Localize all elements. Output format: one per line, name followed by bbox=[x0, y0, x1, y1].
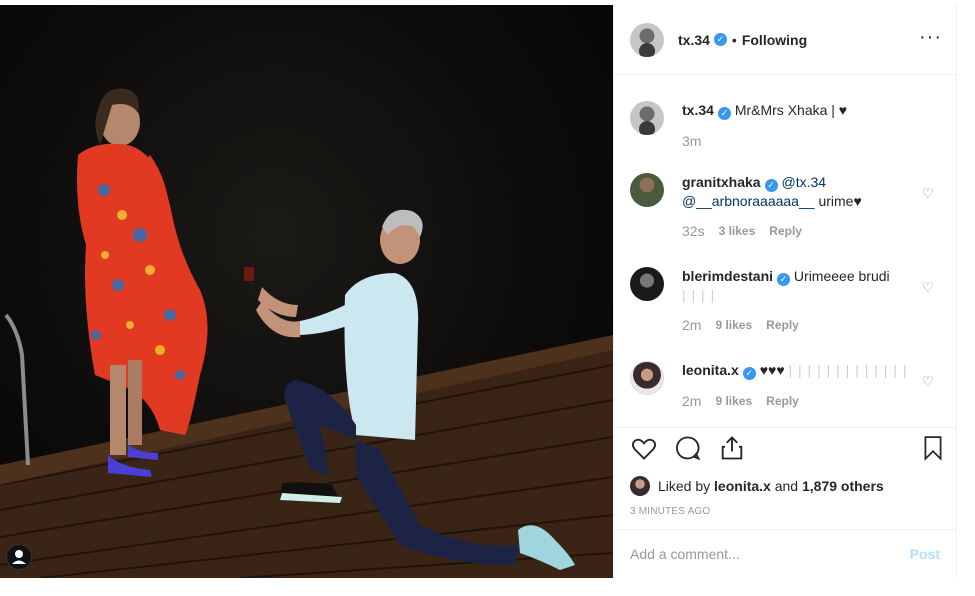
header-username[interactable]: tx.34 bbox=[678, 32, 710, 48]
comment-username[interactable]: granitxhaka bbox=[682, 174, 761, 190]
caption-time[interactable]: 3m bbox=[682, 132, 701, 150]
post-photo[interactable] bbox=[0, 5, 613, 578]
bookmark-icon[interactable] bbox=[920, 434, 946, 462]
like-comment-heart-icon[interactable]: ♡ bbox=[921, 185, 934, 202]
comment-likes[interactable]: 9 likes bbox=[715, 316, 752, 334]
like-comment-heart-icon[interactable]: ♡ bbox=[921, 279, 934, 296]
caption-suffix: | ♥ bbox=[831, 102, 848, 118]
post-header: tx.34 ✓ • Following ··· bbox=[614, 5, 956, 75]
comment-item: granitxhaka ✓ @tx.34 @__arbnoraaaaaa__ ur… bbox=[630, 173, 940, 240]
caption: tx.34 ✓ Mr&Mrs Xhaka | ♥ 3m bbox=[630, 101, 940, 150]
comment-body: leonita.x ✓ ♥♥♥ | | | | | | | | | | | | |… bbox=[682, 361, 912, 410]
reply-button[interactable]: Reply bbox=[766, 316, 799, 334]
verified-icon: ✓ bbox=[764, 179, 778, 192]
more-options-button[interactable]: ··· bbox=[919, 27, 942, 47]
comment-username[interactable]: leonita.x bbox=[682, 362, 739, 378]
heart-icon[interactable] bbox=[630, 434, 658, 462]
liked-by-prefix: Liked by bbox=[658, 478, 711, 494]
proposal-photo-illustration bbox=[0, 88, 613, 578]
comment-body: blerimdestani ✓ Urimeeee brudi | | | | 2m… bbox=[682, 267, 912, 334]
comment-icon[interactable] bbox=[674, 434, 702, 462]
avatar[interactable] bbox=[630, 361, 664, 395]
caption-username[interactable]: tx.34 bbox=[682, 102, 714, 118]
comments-list[interactable]: tx.34 ✓ Mr&Mrs Xhaka | ♥ 3m granitxhaka ✓ … bbox=[614, 75, 956, 427]
comment-text: Urimeeee brudi bbox=[793, 268, 890, 284]
comment-input[interactable]: Add a comment... bbox=[630, 546, 910, 562]
mention-link[interactable]: @tx.34 bbox=[781, 174, 826, 190]
header-separator: • bbox=[731, 31, 737, 48]
instagram-post: tx.34 ✓ • Following ··· tx.34 ✓ Mr&Mrs Xh… bbox=[0, 0, 975, 596]
comment-item: blerimdestani ✓ Urimeeee brudi | | | | 2m… bbox=[630, 267, 940, 334]
liked-by-row: Liked by leonita.x and 1,879 others bbox=[630, 476, 884, 496]
following-button[interactable]: Following bbox=[742, 32, 807, 48]
verified-icon: ✓ bbox=[717, 107, 731, 120]
user-tag-icon[interactable] bbox=[6, 544, 32, 570]
reply-button[interactable]: Reply bbox=[766, 392, 799, 410]
post-actions: Liked by leonita.x and 1,879 others 3 MI… bbox=[614, 427, 956, 545]
comment-text: ♥♥♥ bbox=[759, 362, 785, 378]
comment-time[interactable]: 2m bbox=[682, 316, 701, 334]
comment-time[interactable]: 2m bbox=[682, 392, 701, 410]
liked-by-and: and bbox=[774, 478, 799, 494]
avatar[interactable] bbox=[630, 173, 664, 207]
avatar[interactable] bbox=[630, 267, 664, 301]
verified-icon: ✓ bbox=[713, 33, 727, 46]
verified-icon: ✓ bbox=[777, 273, 791, 286]
likes-count[interactable]: 1,879 others bbox=[802, 478, 884, 494]
reply-button[interactable]: Reply bbox=[769, 222, 802, 240]
post-timestamp[interactable]: 3 MINUTES AGO bbox=[630, 506, 710, 517]
avatar[interactable] bbox=[630, 22, 664, 57]
comment-meta: 2m 9 likes Reply bbox=[682, 316, 912, 334]
comment-likes[interactable]: 9 likes bbox=[715, 392, 752, 410]
mention-link[interactable]: @__arbnoraaaaaa__ bbox=[682, 193, 815, 209]
caption-text: Mr&Mrs Xhaka bbox=[734, 102, 828, 118]
action-row bbox=[630, 434, 746, 462]
comment-time[interactable]: 32s bbox=[682, 222, 705, 240]
comment-meta: 2m 9 likes Reply bbox=[682, 392, 912, 410]
post-side-panel: tx.34 ✓ • Following ··· tx.34 ✓ Mr&Mrs Xh… bbox=[613, 5, 957, 578]
comment-item: leonita.x ✓ ♥♥♥ | | | | | | | | | | | | |… bbox=[630, 361, 940, 410]
comment-extra: | | | | bbox=[682, 287, 716, 303]
avatar[interactable] bbox=[630, 476, 650, 496]
verified-icon: ✓ bbox=[742, 367, 756, 380]
share-icon[interactable] bbox=[718, 434, 746, 462]
comment-text: urime♥ bbox=[818, 193, 862, 209]
caption-meta: 3m bbox=[682, 132, 912, 150]
avatar[interactable] bbox=[630, 101, 664, 135]
header-meta: tx.34 ✓ • Following bbox=[678, 32, 807, 48]
comment-likes[interactable]: 3 likes bbox=[719, 222, 756, 240]
add-comment-bar: Add a comment... Post bbox=[614, 529, 956, 578]
caption-body: tx.34 ✓ Mr&Mrs Xhaka | ♥ 3m bbox=[682, 101, 912, 150]
post-button[interactable]: Post bbox=[910, 546, 940, 562]
comment-meta: 32s 3 likes Reply bbox=[682, 222, 912, 240]
page-margin bbox=[957, 0, 975, 596]
liked-by-user[interactable]: leonita.x bbox=[714, 478, 771, 494]
like-comment-heart-icon[interactable]: ♡ bbox=[921, 373, 934, 390]
comment-username[interactable]: blerimdestani bbox=[682, 268, 773, 284]
comment-body: granitxhaka ✓ @tx.34 @__arbnoraaaaaa__ ur… bbox=[682, 173, 912, 240]
comment-extra: | | | | | | | | | | | | | bbox=[788, 362, 908, 378]
